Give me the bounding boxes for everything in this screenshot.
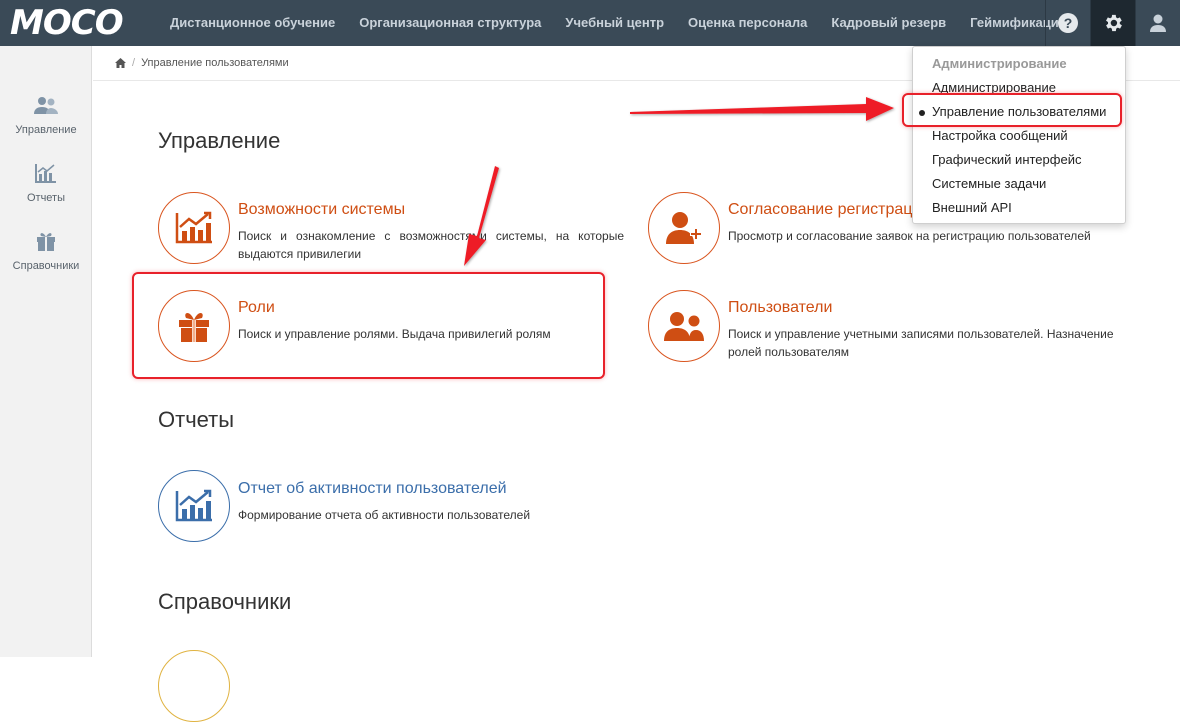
sidebar-item-reports[interactable]: Отчеты (0, 162, 92, 206)
card-description: Поиск и ознакомление с возможностями сис… (238, 229, 624, 261)
card-description: Поиск и управление учетными записями пол… (728, 327, 1114, 359)
users-icon (664, 312, 704, 341)
nav-org-structure[interactable]: Организационная структура (347, 0, 553, 46)
card-title[interactable]: Возможности системы (238, 201, 405, 219)
card-icon-circle-partial (158, 650, 230, 722)
dropdown-item-message-settings[interactable]: Настройка сообщений (932, 128, 1068, 143)
card-icon-circle (158, 470, 230, 542)
home-icon[interactable] (115, 58, 126, 68)
dropdown-item-system-tasks[interactable]: Системные задачи (932, 176, 1046, 191)
gear-icon (1106, 14, 1122, 32)
dropdown-header: Администрирование (932, 56, 1067, 71)
logo[interactable]: MOCO (10, 3, 124, 43)
chart-icon (175, 211, 212, 244)
section-title-reports: Отчеты (158, 407, 235, 432)
section-title-management: Управление (158, 128, 281, 153)
profile-button[interactable] (1135, 0, 1180, 46)
user-icon (1150, 14, 1166, 32)
users-icon (34, 97, 58, 114)
chart-icon (175, 489, 212, 522)
card-description: Формирование отчета об активности пользо… (238, 508, 531, 522)
card-title[interactable]: Пользователи (728, 299, 832, 317)
arrow-to-dropdown-item (630, 97, 894, 121)
breadcrumb-current: Управление пользователями (141, 57, 289, 69)
dropdown-item-graphic-interface[interactable]: Графический интерфейс (932, 152, 1081, 167)
dropdown-item-external-api[interactable]: Внешний API (932, 200, 1012, 215)
help-icon: ? (1058, 13, 1078, 33)
section-title-references: Справочники (158, 589, 292, 614)
highlight-user-management-item (902, 93, 1122, 127)
nav-talent-pool[interactable]: Кадровый резерв (819, 0, 958, 46)
top-navbar: MOCO Дистанционное обучение Организацион… (0, 0, 1180, 46)
card-icon-circle (648, 290, 720, 362)
settings-button[interactable] (1090, 0, 1135, 46)
user-add-icon (666, 212, 702, 244)
nav-training-center[interactable]: Учебный центр (553, 0, 676, 46)
sidebar-item-references[interactable]: Справочники (0, 230, 92, 274)
card-title[interactable]: Согласование регистраций (728, 201, 930, 219)
card-icon-circle (648, 192, 720, 264)
gift-icon (37, 233, 55, 251)
nav-distance-learning[interactable]: Дистанционное обучение (158, 0, 347, 46)
nav-personnel-assessment[interactable]: Оценка персонала (676, 0, 819, 46)
card-description: Просмотр и согласование заявок на регист… (728, 229, 1091, 243)
sidebar-item-management[interactable]: Управление (0, 96, 92, 138)
left-sidebar: Управление Отчеты Справочники (0, 46, 92, 657)
admin-dropdown-menu: Администрирование Администрирование Упра… (912, 46, 1126, 224)
chart-icon (35, 164, 56, 183)
card-title[interactable]: Отчет об активности пользователей (238, 480, 507, 498)
card-icon-circle (158, 192, 230, 264)
highlight-roles-card (132, 272, 605, 379)
help-button[interactable]: ? (1045, 0, 1090, 46)
main-nav: Дистанционное обучение Организационная с… (158, 0, 1078, 46)
